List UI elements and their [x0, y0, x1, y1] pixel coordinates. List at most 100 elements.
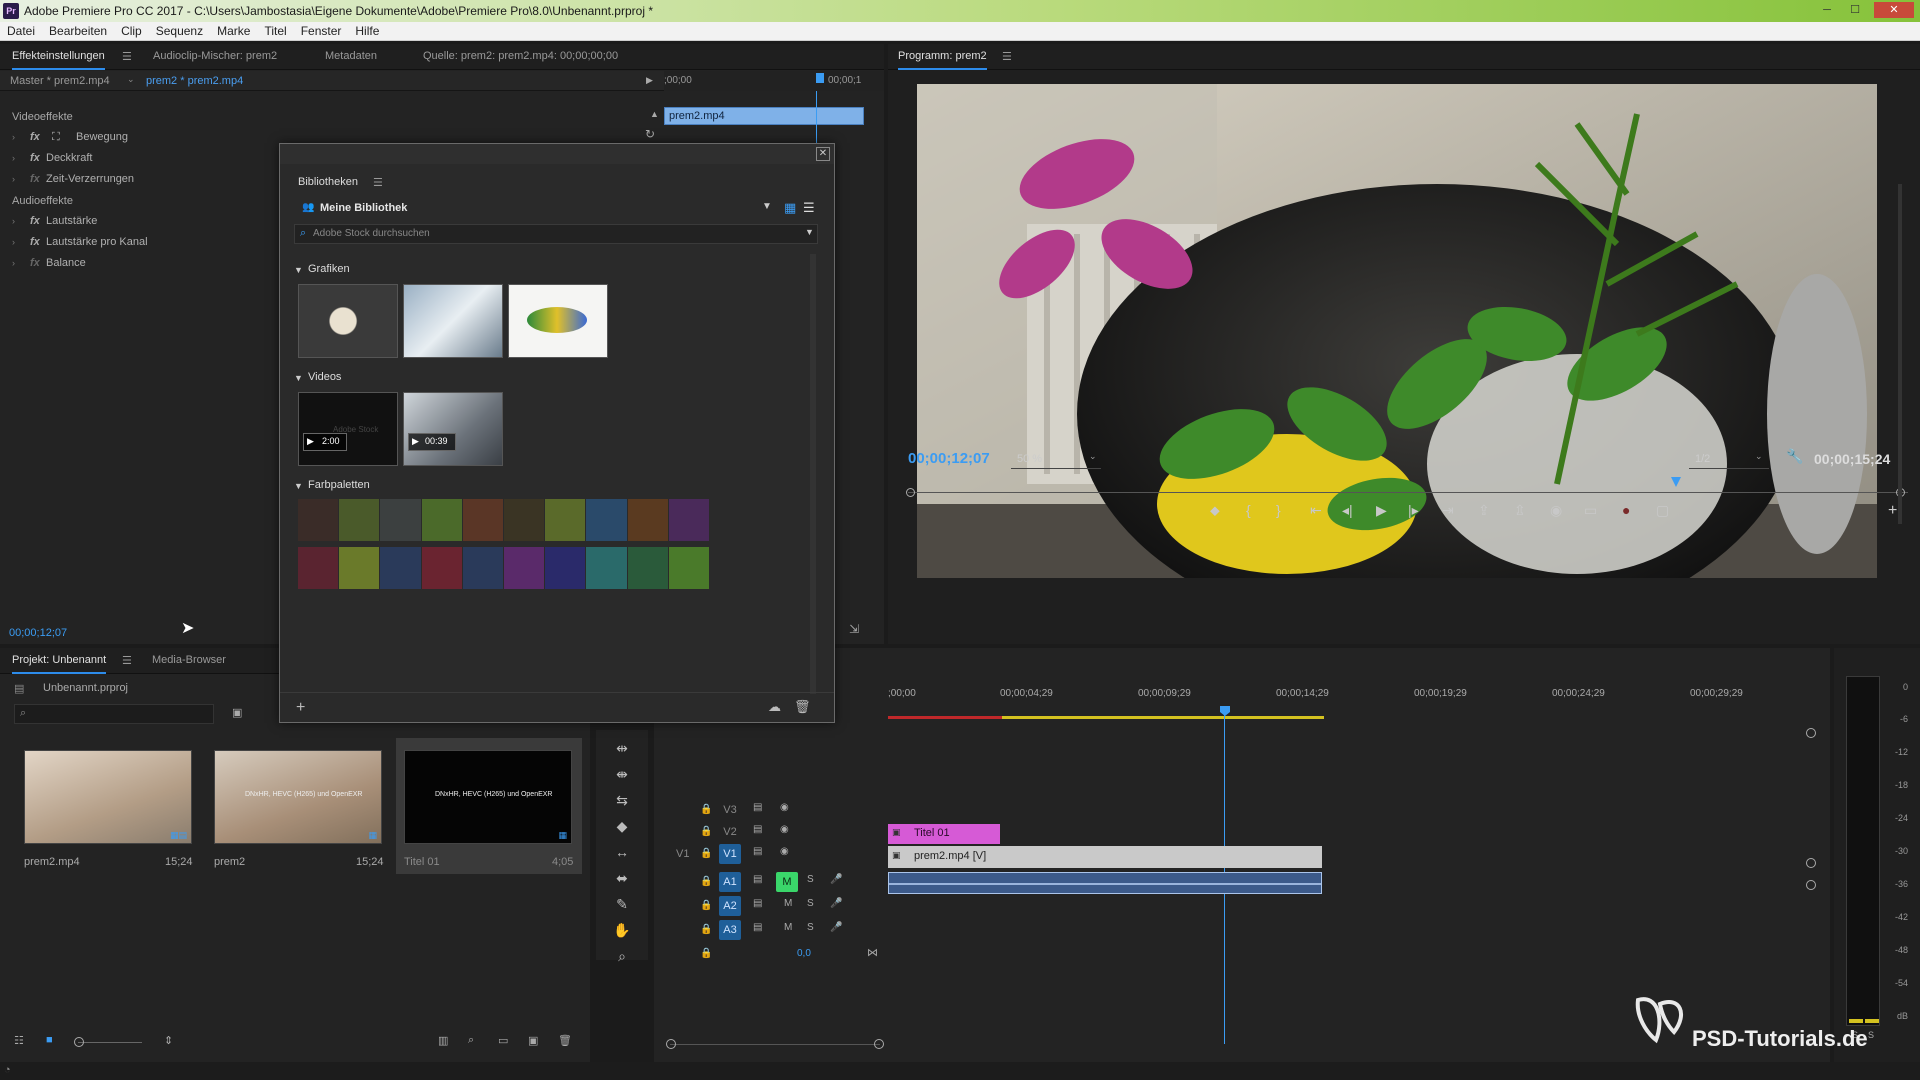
step-forward-icon[interactable]: |▸ — [1408, 502, 1419, 519]
record-icon[interactable]: ● — [1622, 502, 1630, 518]
effect-deckkraft[interactable]: › fx Deckkraft — [0, 148, 275, 169]
collapse-icon[interactable]: ▼ — [294, 373, 303, 383]
menu-fenster[interactable]: Fenster — [294, 22, 349, 41]
step-back-icon[interactable]: ◂| — [1342, 502, 1353, 519]
track-v2-label[interactable]: V2 — [719, 822, 741, 842]
icon-view-icon[interactable]: ■ — [46, 1034, 53, 1046]
track-v1-label[interactable]: V1 — [719, 844, 741, 864]
lock-icon[interactable]: 🔒 — [700, 876, 712, 887]
add-content-icon[interactable]: + — [296, 699, 305, 717]
creative-cloud-icon[interactable]: ☁ — [768, 699, 781, 715]
menu-datei[interactable]: Datei — [0, 22, 42, 41]
title-clip[interactable]: ▣ Titel 01 — [888, 824, 1000, 844]
color-swatch[interactable] — [462, 547, 503, 589]
go-to-in-icon[interactable]: ⇤ — [1310, 502, 1322, 519]
vscroll-handle-audio[interactable] — [1806, 880, 1816, 890]
source-patch-v1[interactable]: V1 — [676, 848, 689, 860]
eye-icon[interactable]: ◉ — [780, 802, 789, 813]
playhead-marker[interactable] — [816, 73, 824, 83]
lift-icon[interactable]: ⇪ — [1478, 502, 1490, 519]
libraries-scrollbar[interactable] — [810, 254, 816, 694]
collapse-icon[interactable]: ▲ — [650, 109, 659, 119]
grid-view-icon[interactable]: ▦ — [784, 200, 796, 216]
sequence-clip-label[interactable]: prem2 * prem2.mp4 — [146, 75, 243, 87]
reset-icon[interactable]: ↻ — [645, 127, 655, 141]
color-swatch[interactable] — [504, 547, 545, 589]
timeline-ruler[interactable]: ;00;00 00;00;04;29 00;00;09;29 00;00;14;… — [888, 688, 1748, 706]
effects-clip-bar[interactable]: prem2.mp4 — [664, 107, 864, 125]
play-icon[interactable]: ▶ — [1376, 502, 1387, 519]
microphone-icon[interactable]: 🎤 — [830, 874, 842, 885]
video-thumbnail-2[interactable]: ▶ 00:39 — [403, 392, 503, 466]
color-swatch[interactable] — [627, 547, 668, 589]
go-to-out-icon[interactable]: ⇥ — [1442, 502, 1454, 519]
list-view-icon[interactable]: ☰ — [803, 200, 815, 216]
scroll-handle-left[interactable] — [666, 1039, 676, 1049]
project-thumbnail-titel-01[interactable]: DNxHR, HEVC (H265) und OpenEXR ▦ — [404, 750, 572, 844]
effect-zeit-verzerrungen[interactable]: › fx Zeit-Verzerrungen — [0, 169, 275, 190]
thumbnail-size-slider[interactable] — [78, 1042, 142, 1043]
graphics-thumbnail-card[interactable] — [403, 284, 503, 358]
mute-button-a2[interactable]: M — [784, 898, 792, 909]
lock-icon[interactable]: 🔒 — [700, 924, 712, 935]
graphics-thumbnail-chameleon[interactable] — [508, 284, 608, 358]
selection-tool-icon[interactable]: ⇹ — [612, 738, 632, 758]
tab-audioclip-mischer[interactable]: Audioclip-Mischer: prem2 — [153, 50, 277, 62]
project-search-input[interactable]: ⌕ — [14, 704, 214, 724]
sync-lock-icon[interactable]: ▤ — [753, 846, 762, 857]
color-swatch[interactable] — [339, 499, 380, 541]
lock-icon[interactable]: 🔒 — [700, 948, 712, 959]
tab-effekteinstellungen[interactable]: Effekteinstellungen — [12, 50, 105, 70]
track-a3-label[interactable]: A3 — [719, 920, 741, 940]
trash-icon[interactable]: 🗑 — [794, 699, 811, 715]
graphics-thumbnail-bowl[interactable] — [298, 284, 398, 358]
lock-icon[interactable]: 🔒 — [700, 848, 712, 859]
tab-media-browser[interactable]: Media-Browser — [152, 654, 226, 666]
chevron-down-icon[interactable]: ⌄ — [127, 74, 135, 85]
stock-search-input[interactable]: ⌕ Adobe Stock durchsuchen ▼ — [294, 224, 818, 244]
menu-sequenz[interactable]: Sequenz — [149, 22, 210, 41]
color-swatch[interactable] — [586, 499, 627, 541]
new-item-icon[interactable]: ▣ — [528, 1034, 538, 1047]
export-frame-icon[interactable]: ⇲ — [849, 622, 859, 636]
effect-bewegung[interactable]: › fx ⛶ Bewegung — [0, 127, 275, 148]
menu-titel[interactable]: Titel — [257, 22, 293, 41]
track-a1-label[interactable]: A1 — [719, 872, 741, 892]
play-only-audio-icon[interactable]: ▶ — [646, 75, 653, 86]
menu-clip[interactable]: Clip — [114, 22, 149, 41]
effect-balance[interactable]: › fx Balance — [0, 253, 275, 274]
color-swatch[interactable] — [298, 499, 339, 541]
mute-button-a1[interactable]: M — [776, 872, 798, 892]
track-select-tool-icon[interactable]: ⇼ — [612, 764, 632, 784]
add-button-icon[interactable]: + — [1888, 502, 1897, 520]
program-current-timecode[interactable]: 00;00;12;07 — [908, 450, 990, 467]
video-thumbnail-1[interactable]: Adobe Stock ▶ 2:00 — [298, 392, 398, 466]
vscroll-handle-mid[interactable] — [1806, 858, 1816, 868]
comparison-view-icon[interactable]: ▭ — [1584, 502, 1597, 519]
vscroll-handle-top[interactable] — [1806, 728, 1816, 738]
track-v3-label[interactable]: V3 — [719, 800, 741, 820]
sync-lock-icon[interactable]: ▤ — [753, 802, 762, 813]
color-swatch[interactable] — [545, 547, 586, 589]
library-select[interactable]: 👥 Meine Bibliothek ▼ — [294, 200, 778, 218]
tab-quelle[interactable]: Quelle: prem2: prem2.mp4: 00;00;00;00 — [423, 50, 618, 62]
lock-icon[interactable]: 🔒 — [700, 826, 712, 837]
color-swatch[interactable] — [462, 499, 503, 541]
color-swatch[interactable] — [668, 547, 709, 589]
color-swatch[interactable] — [421, 547, 462, 589]
color-palettes[interactable] — [298, 499, 710, 593]
master-end-icon[interactable]: ⋈ — [867, 946, 878, 959]
list-view-icon[interactable]: ☷ — [14, 1034, 24, 1047]
slip-tool-icon[interactable]: ↔ — [612, 842, 632, 862]
pen-tool-icon[interactable]: ✎ — [612, 894, 632, 914]
collapse-icon[interactable]: ▼ — [294, 481, 303, 491]
master-volume-value[interactable]: 0,0 — [797, 948, 811, 959]
mark-out-icon[interactable]: } — [1276, 502, 1281, 518]
automate-to-sequence-icon[interactable]: ▥ — [438, 1034, 448, 1047]
lock-icon[interactable]: 🔒 — [700, 900, 712, 911]
extract-icon[interactable]: ⇫ — [1514, 502, 1526, 519]
sort-icon[interactable]: ⇕ — [164, 1034, 173, 1047]
palette-row-1[interactable] — [298, 499, 710, 543]
hand-tool-icon[interactable]: ✋ — [612, 920, 632, 940]
color-swatch[interactable] — [339, 547, 380, 589]
